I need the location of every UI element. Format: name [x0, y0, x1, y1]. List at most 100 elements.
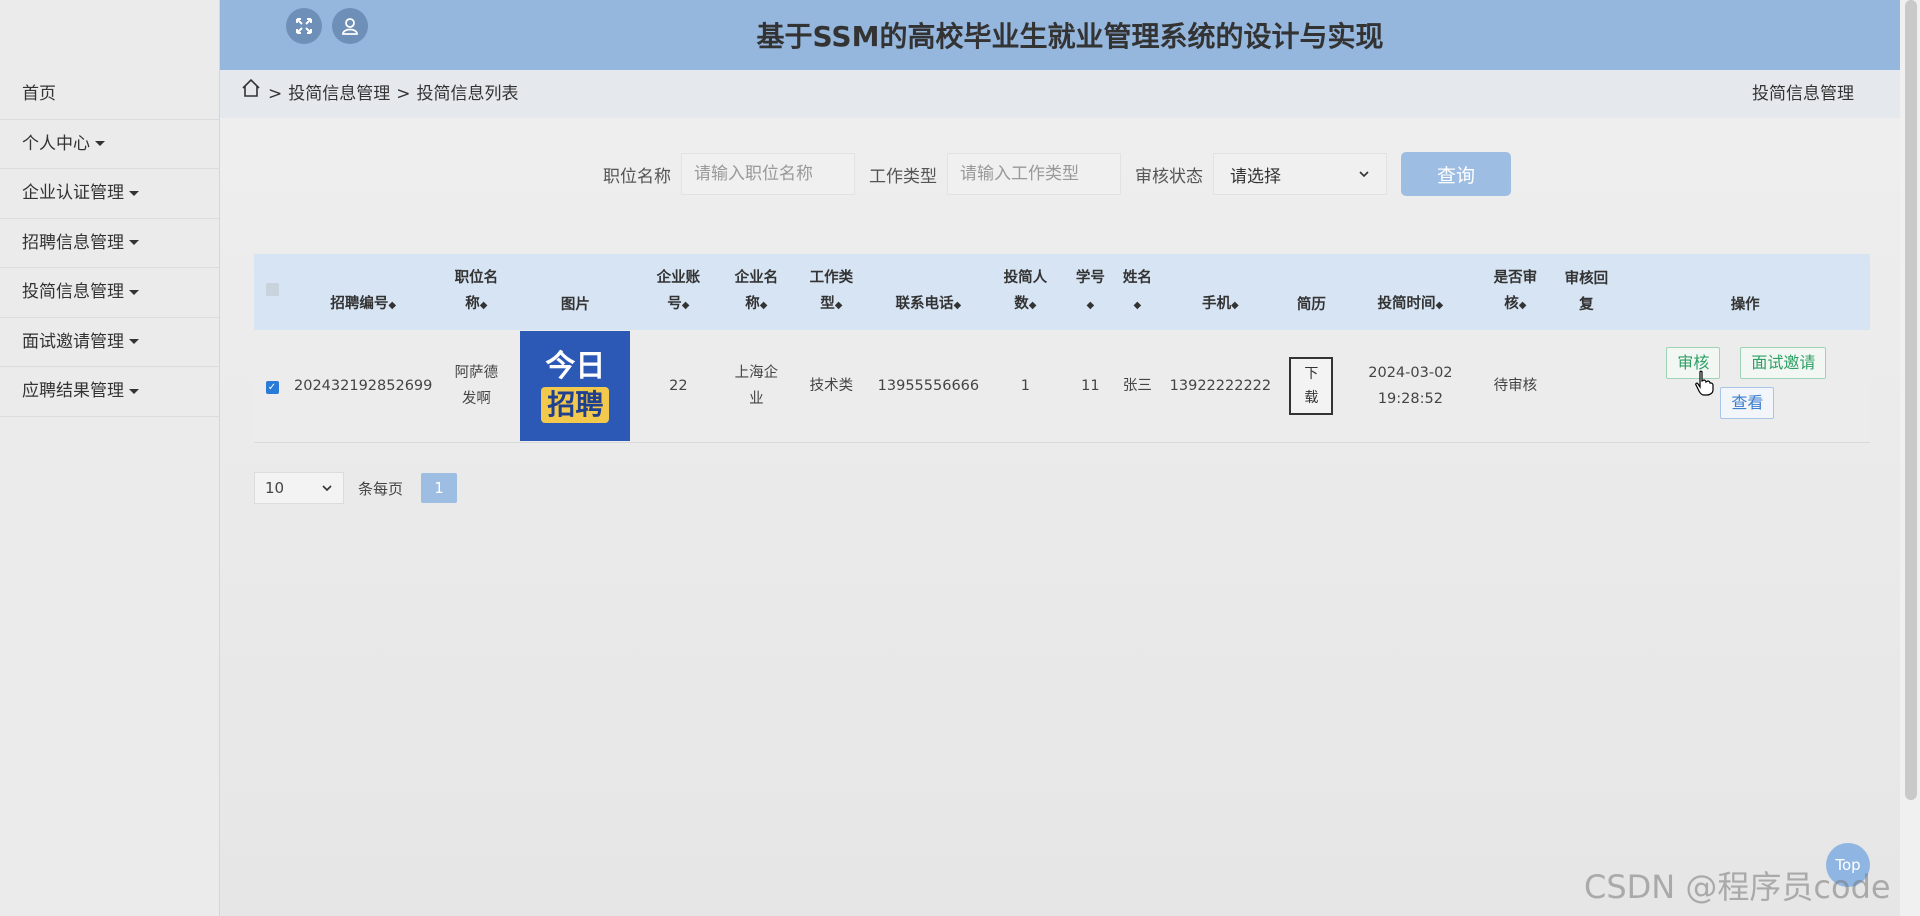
top-header: 基于SSM的高校毕业生就业管理系统的设计与实现: [220, 0, 1900, 70]
breadcrumb-level2: 投简信息列表: [416, 84, 519, 104]
cell-operations: 审核 面试邀请 查看: [1620, 330, 1870, 443]
breadcrumb-level1[interactable]: 投简信息管理: [288, 70, 390, 118]
caret-down-icon: [129, 388, 139, 394]
per-page-label: 条每页: [358, 479, 404, 498]
sort-icon: ◆: [1518, 300, 1527, 311]
col-mobile[interactable]: 手机◆: [1160, 254, 1280, 330]
caret-down-icon: [129, 240, 139, 245]
page-button-current[interactable]: 1: [421, 473, 458, 503]
work-type-label: 工作类型: [869, 166, 937, 187]
breadcrumb-bar: > 投简信息管理 > 投简信息列表 投简信息管理: [220, 70, 1900, 118]
cell-work-type: 技术类: [809, 378, 854, 394]
sort-icon: ◆: [1133, 300, 1142, 311]
sidebar-item-label: 招聘信息管理: [22, 232, 124, 253]
cell-phone: 13955556666: [877, 378, 980, 394]
watermark-text: CSDN @程序员code: [1584, 868, 1891, 906]
col-image: 图片: [560, 297, 590, 313]
sort-icon: ◆: [1086, 300, 1095, 311]
sidebar-item-results[interactable]: 应聘结果管理: [0, 367, 219, 417]
row-checkbox[interactable]: ✓: [265, 381, 279, 394]
sidebar-item-enterprise-cert[interactable]: 企业认证管理: [0, 169, 219, 219]
review-status-value: 请选择: [1230, 166, 1281, 187]
job-image-text-bottom: 招聘: [541, 387, 610, 423]
sidebar-item-home[interactable]: 首页: [0, 70, 219, 120]
col-applicants[interactable]: 投简人 数◆: [984, 254, 1066, 330]
sidebar-item-label: 面试邀请管理: [22, 331, 124, 352]
sidebar-menu: 首页 个人中心 企业认证管理 招聘信息管理 投简信息管理 面试邀请管理 应聘结果…: [0, 70, 219, 417]
sort-icon: ◆: [1435, 300, 1444, 311]
col-reviewed[interactable]: 是否审 核◆: [1478, 254, 1552, 330]
download-resume-button[interactable]: 下载: [1289, 357, 1334, 415]
per-page-select[interactable]: 10: [254, 472, 344, 504]
cell-name: 张三: [1122, 378, 1152, 394]
caret-down-icon: [129, 190, 139, 196]
work-type-input[interactable]: [947, 153, 1121, 195]
cell-recruit-no: 202432192852699: [294, 378, 433, 394]
cell-resume: 下载: [1280, 330, 1342, 443]
sort-icon: ◆: [1028, 300, 1037, 311]
interview-invite-button[interactable]: 面试邀请: [1740, 347, 1827, 379]
sort-icon: ◆: [759, 300, 768, 311]
breadcrumb: > 投简信息管理 > 投简信息列表: [240, 70, 519, 118]
col-work-type[interactable]: 工作类 型◆: [790, 254, 872, 330]
cell-mobile: 13922222222: [1169, 378, 1272, 394]
sidebar-item-label: 企业认证管理: [22, 183, 124, 203]
main-content: 职位名称 工作类型 审核状态 请选择 查询 招聘编号◆ 职位名称◆ 图片 企业账…: [220, 118, 1900, 916]
caret-down-icon: [129, 339, 139, 344]
sidebar-item-label: 投简信息管理: [22, 282, 124, 302]
cell-applicants: 1: [1020, 378, 1030, 394]
col-reply: 审核回复: [1564, 271, 1609, 313]
col-resume: 简历: [1296, 297, 1326, 313]
search-form: 职位名称 工作类型 审核状态 请选择 查询: [603, 152, 1511, 196]
sidebar-item-recruitment[interactable]: 招聘信息管理: [0, 219, 219, 268]
job-name-input[interactable]: [681, 153, 855, 195]
col-operations: 操作: [1730, 297, 1760, 313]
breadcrumb-separator: >: [396, 84, 411, 104]
review-status-select[interactable]: 请选择: [1213, 153, 1387, 195]
chevron-down-icon: [1359, 171, 1369, 178]
sidebar-item-label: 个人中心: [22, 133, 90, 154]
cell-student-no: 11: [1081, 378, 1100, 394]
caret-down-icon: [95, 141, 105, 146]
col-company-name[interactable]: 企业名 称◆: [722, 254, 790, 330]
sort-icon: ◆: [1231, 300, 1239, 311]
page-section-title: 投简信息管理: [1752, 84, 1854, 104]
cell-reviewed: 待审核: [1493, 378, 1538, 394]
sort-icon: ◆: [388, 300, 397, 311]
page-scrollbar[interactable]: [1900, 0, 1920, 916]
col-student-no[interactable]: 学号 ◆: [1066, 254, 1114, 330]
col-company-account[interactable]: 企业账 号◆: [634, 254, 722, 330]
scrollbar-thumb[interactable]: [1905, 0, 1917, 800]
cell-company-name: 上海企业: [734, 365, 779, 407]
home-icon[interactable]: [240, 70, 262, 118]
sort-icon: ◆: [681, 300, 690, 311]
sort-icon: ◆: [479, 300, 488, 311]
sidebar-item-personal-center[interactable]: 个人中心: [0, 120, 219, 169]
applications-table: 招聘编号◆ 职位名 称◆ 图片 企业账 号◆ 企业名 称◆ 工作类 型◆ 联系电话◆ 投…: [254, 254, 1870, 443]
mouse-cursor-icon: [1694, 370, 1714, 400]
col-recruit-no[interactable]: 招聘编号◆: [290, 254, 436, 330]
sidebar-item-applications[interactable]: 投简信息管理: [0, 268, 219, 318]
cell-apply-time: 2024-03-02 19:28:52: [1368, 365, 1453, 407]
sidebar-item-label: 首页: [22, 84, 56, 104]
cell-job-name: 阿萨德 发啊: [454, 365, 499, 407]
table-row: ✓ 202432192852699 阿萨德 发啊 今日 招聘 22 上海企业 技术…: [254, 330, 1870, 443]
query-button[interactable]: 查询: [1401, 152, 1511, 196]
cell-image: 今日 招聘: [516, 330, 634, 443]
col-apply-time[interactable]: 投简时间◆: [1342, 254, 1478, 330]
sidebar-item-interview-invites[interactable]: 面试邀请管理: [0, 318, 219, 367]
sidebar: 首页 个人中心 企业认证管理 招聘信息管理 投简信息管理 面试邀请管理 应聘结果…: [0, 0, 220, 916]
cell-company-account: 22: [669, 378, 688, 394]
view-button[interactable]: 查看: [1720, 387, 1775, 419]
sidebar-item-label: 应聘结果管理: [22, 381, 124, 401]
col-job-name[interactable]: 职位名 称◆: [436, 254, 516, 330]
pagination: 10 条每页 1: [254, 472, 458, 504]
table-header-row: 招聘编号◆ 职位名 称◆ 图片 企业账 号◆ 企业名 称◆ 工作类 型◆ 联系电话◆ 投…: [254, 254, 1870, 330]
select-all-checkbox[interactable]: [265, 283, 279, 296]
col-name[interactable]: 姓名 ◆: [1114, 254, 1160, 330]
job-name-label: 职位名称: [603, 166, 671, 187]
job-image[interactable]: 今日 招聘: [520, 331, 631, 441]
sort-icon: ◆: [953, 300, 962, 311]
col-phone[interactable]: 联系电话◆: [872, 254, 984, 330]
cell-reply: [1552, 330, 1620, 443]
